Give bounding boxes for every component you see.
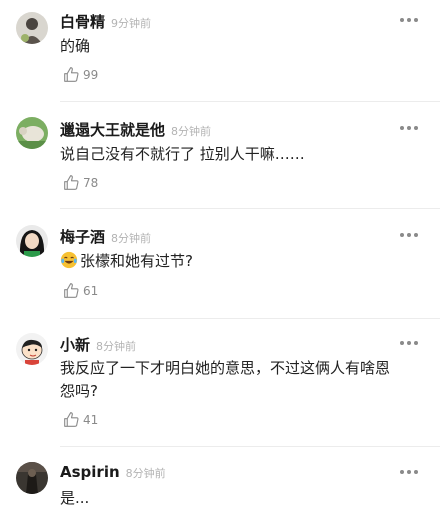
like-count: 78 [83,175,99,190]
username[interactable]: Aspirin 8分钟前 [60,463,166,481]
like-count: 61 [83,283,99,298]
comment-text: 张檬和她有过节? [60,250,410,276]
comment-time: 8分钟前 [96,340,137,353]
like-button[interactable]: 78 [63,174,98,191]
more-options-icon[interactable] [400,230,418,240]
more-options-icon[interactable] [400,123,418,133]
divider [60,101,440,102]
dark-hair-girl-avatar-icon [16,225,48,257]
comment-text: 的确 [60,37,91,55]
username[interactable]: 白骨精 9分钟前 [60,11,151,32]
grey-figure-avatar-icon [16,12,48,44]
username[interactable]: 梅子酒 8分钟前 [60,226,151,247]
like-button[interactable]: 41 [63,411,98,428]
comment-time: 8分钟前 [111,232,152,245]
like-count: 41 [83,412,99,427]
divider [60,446,440,447]
divider [60,318,440,319]
more-options-icon[interactable] [400,338,418,348]
laughing-tears-emoji-icon [60,251,78,276]
avatar[interactable] [16,333,48,365]
comment-text: 说自己没有不就行了 拉别人干嘛…… [60,145,305,163]
like-button[interactable]: 99 [63,66,98,83]
thumbs-up-icon [64,175,79,190]
thumbs-up-icon [64,67,79,82]
divider [60,208,440,209]
avatar[interactable] [16,225,48,257]
avatar[interactable] [16,117,48,149]
comment-time: 8分钟前 [125,467,166,480]
comment-time: 9分钟前 [111,17,152,30]
avatar[interactable] [16,12,48,44]
comment-text: 是... [60,489,90,507]
username[interactable]: 小新 8分钟前 [60,334,136,355]
avatar[interactable] [16,462,48,494]
thumbs-up-icon [64,412,79,427]
like-button[interactable]: 61 [63,282,98,299]
comment-text: 我反应了一下才明白她的意思，不过这俩人有啥恩 怨吗? [60,359,391,400]
more-options-icon[interactable] [400,15,418,25]
green-sheep-avatar-icon [16,117,48,149]
username[interactable]: 邋遢大王就是他 8分钟前 [60,119,211,140]
more-options-icon[interactable] [400,467,418,477]
comment-time: 8分钟前 [171,125,212,138]
like-count: 99 [83,67,99,82]
thumbs-up-icon [64,283,79,298]
dark-photo-avatar-icon [16,462,48,494]
cartoon-boy-avatar-icon [16,333,48,365]
